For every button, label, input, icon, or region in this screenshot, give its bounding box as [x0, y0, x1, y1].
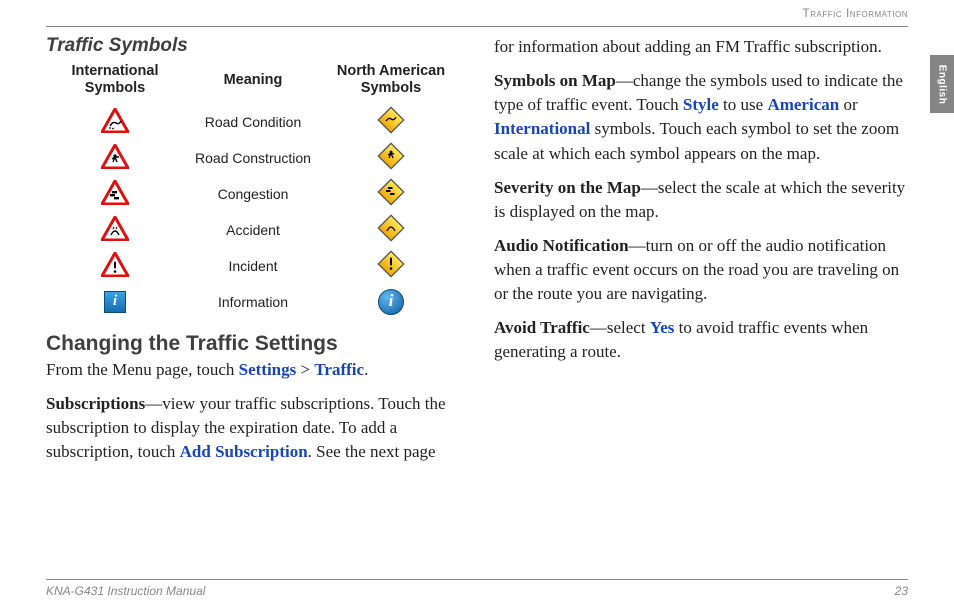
col-header-meaning: Meaning [184, 72, 322, 89]
table-header-row: International Symbols Meaning North Amer… [46, 63, 460, 98]
right-column: for information about adding an FM Traff… [494, 35, 908, 474]
label-symbols-on-map: Symbols on Map [494, 71, 616, 90]
table-row: Congestion [46, 176, 460, 212]
triangle-worker-icon [101, 144, 129, 172]
paragraph-avoid-traffic: Avoid Traffic—select Yes to avoid traffi… [494, 316, 908, 364]
text: —select [590, 318, 650, 337]
meaning-label: Incident [184, 258, 322, 274]
info-square-icon [104, 291, 126, 313]
paragraph-menu-path: From the Menu page, touch Settings > Tra… [46, 358, 460, 382]
diamond-skid-icon [376, 105, 406, 138]
na-symbol-road-condition [322, 105, 460, 138]
diamond-warning-icon [376, 249, 406, 282]
paragraph-subscriptions: Subscriptions—view your traffic subscrip… [46, 392, 460, 464]
paragraph-audio-notification: Audio Notification—turn on or off the au… [494, 234, 908, 306]
intl-symbol-accident [46, 216, 184, 244]
na-symbol-congestion [322, 177, 460, 210]
manual-page: Traffic Information Traffic Symbols Inte… [0, 0, 954, 608]
language-tab-label: English [937, 64, 948, 104]
paragraph-severity: Severity on the Map—select the scale at … [494, 176, 908, 224]
triangle-congestion-icon [101, 180, 129, 208]
diamond-accident-icon [376, 213, 406, 246]
table-row: Road Condition [46, 104, 460, 140]
label-severity: Severity on the Map [494, 178, 641, 197]
meaning-label: Congestion [184, 186, 322, 202]
link-style[interactable]: Style [683, 95, 719, 114]
intl-symbol-road-construction [46, 144, 184, 172]
intl-symbol-road-condition [46, 108, 184, 136]
info-circle-icon [378, 289, 404, 315]
intl-symbol-congestion [46, 180, 184, 208]
meaning-label: Road Condition [184, 114, 322, 130]
table-row: Information [46, 284, 460, 320]
text: . [364, 360, 368, 379]
text: to use [719, 95, 768, 114]
table-row: Incident [46, 248, 460, 284]
intl-symbol-information [46, 291, 184, 313]
footer-page-number: 23 [895, 584, 908, 598]
label-avoid-traffic: Avoid Traffic [494, 318, 590, 337]
table-row: Accident [46, 212, 460, 248]
link-american[interactable]: American [767, 95, 839, 114]
link-yes[interactable]: Yes [650, 318, 675, 337]
triangle-accident-icon [101, 216, 129, 244]
table-row: Road Construction [46, 140, 460, 176]
link-settings[interactable]: Settings [239, 360, 297, 379]
meaning-label: Information [184, 294, 322, 310]
header-rule [46, 26, 908, 27]
meaning-label: Accident [184, 222, 322, 238]
triangle-skid-icon [101, 108, 129, 136]
na-symbol-road-construction [322, 141, 460, 174]
text: or [839, 95, 857, 114]
diamond-worker-icon [376, 141, 406, 174]
language-tab-english[interactable]: English [930, 55, 954, 113]
link-traffic[interactable]: Traffic [314, 360, 364, 379]
symbols-table: International Symbols Meaning North Amer… [46, 63, 460, 320]
na-symbol-information [322, 289, 460, 315]
text: > [296, 360, 314, 379]
na-symbol-incident [322, 249, 460, 282]
triangle-warning-icon [101, 252, 129, 280]
paragraph-continuation: for information about adding an FM Traff… [494, 35, 908, 59]
label-audio-notification: Audio Notification [494, 236, 629, 255]
page-footer: KNA-G431 Instruction Manual 23 [46, 579, 908, 598]
col-header-international: International Symbols [46, 63, 184, 98]
meaning-label: Road Construction [184, 150, 322, 166]
link-international[interactable]: International [494, 119, 590, 138]
heading-changing-traffic-settings: Changing the Traffic Settings [46, 332, 460, 356]
text: . See the next page [308, 442, 436, 461]
col-header-north-american: North American Symbols [322, 63, 460, 98]
left-column: Traffic Symbols International Symbols Me… [46, 35, 460, 474]
footer-manual-title: KNA-G431 Instruction Manual [46, 584, 205, 598]
text: From the Menu page, touch [46, 360, 239, 379]
label-subscriptions: Subscriptions [46, 394, 145, 413]
link-add-subscription[interactable]: Add Subscription [180, 442, 308, 461]
na-symbol-accident [322, 213, 460, 246]
running-header: Traffic Information [802, 6, 908, 20]
diamond-congestion-icon [376, 177, 406, 210]
paragraph-symbols-on-map: Symbols on Map—change the symbols used t… [494, 69, 908, 166]
intl-symbol-incident [46, 252, 184, 280]
section-title-traffic-symbols: Traffic Symbols [46, 35, 460, 57]
